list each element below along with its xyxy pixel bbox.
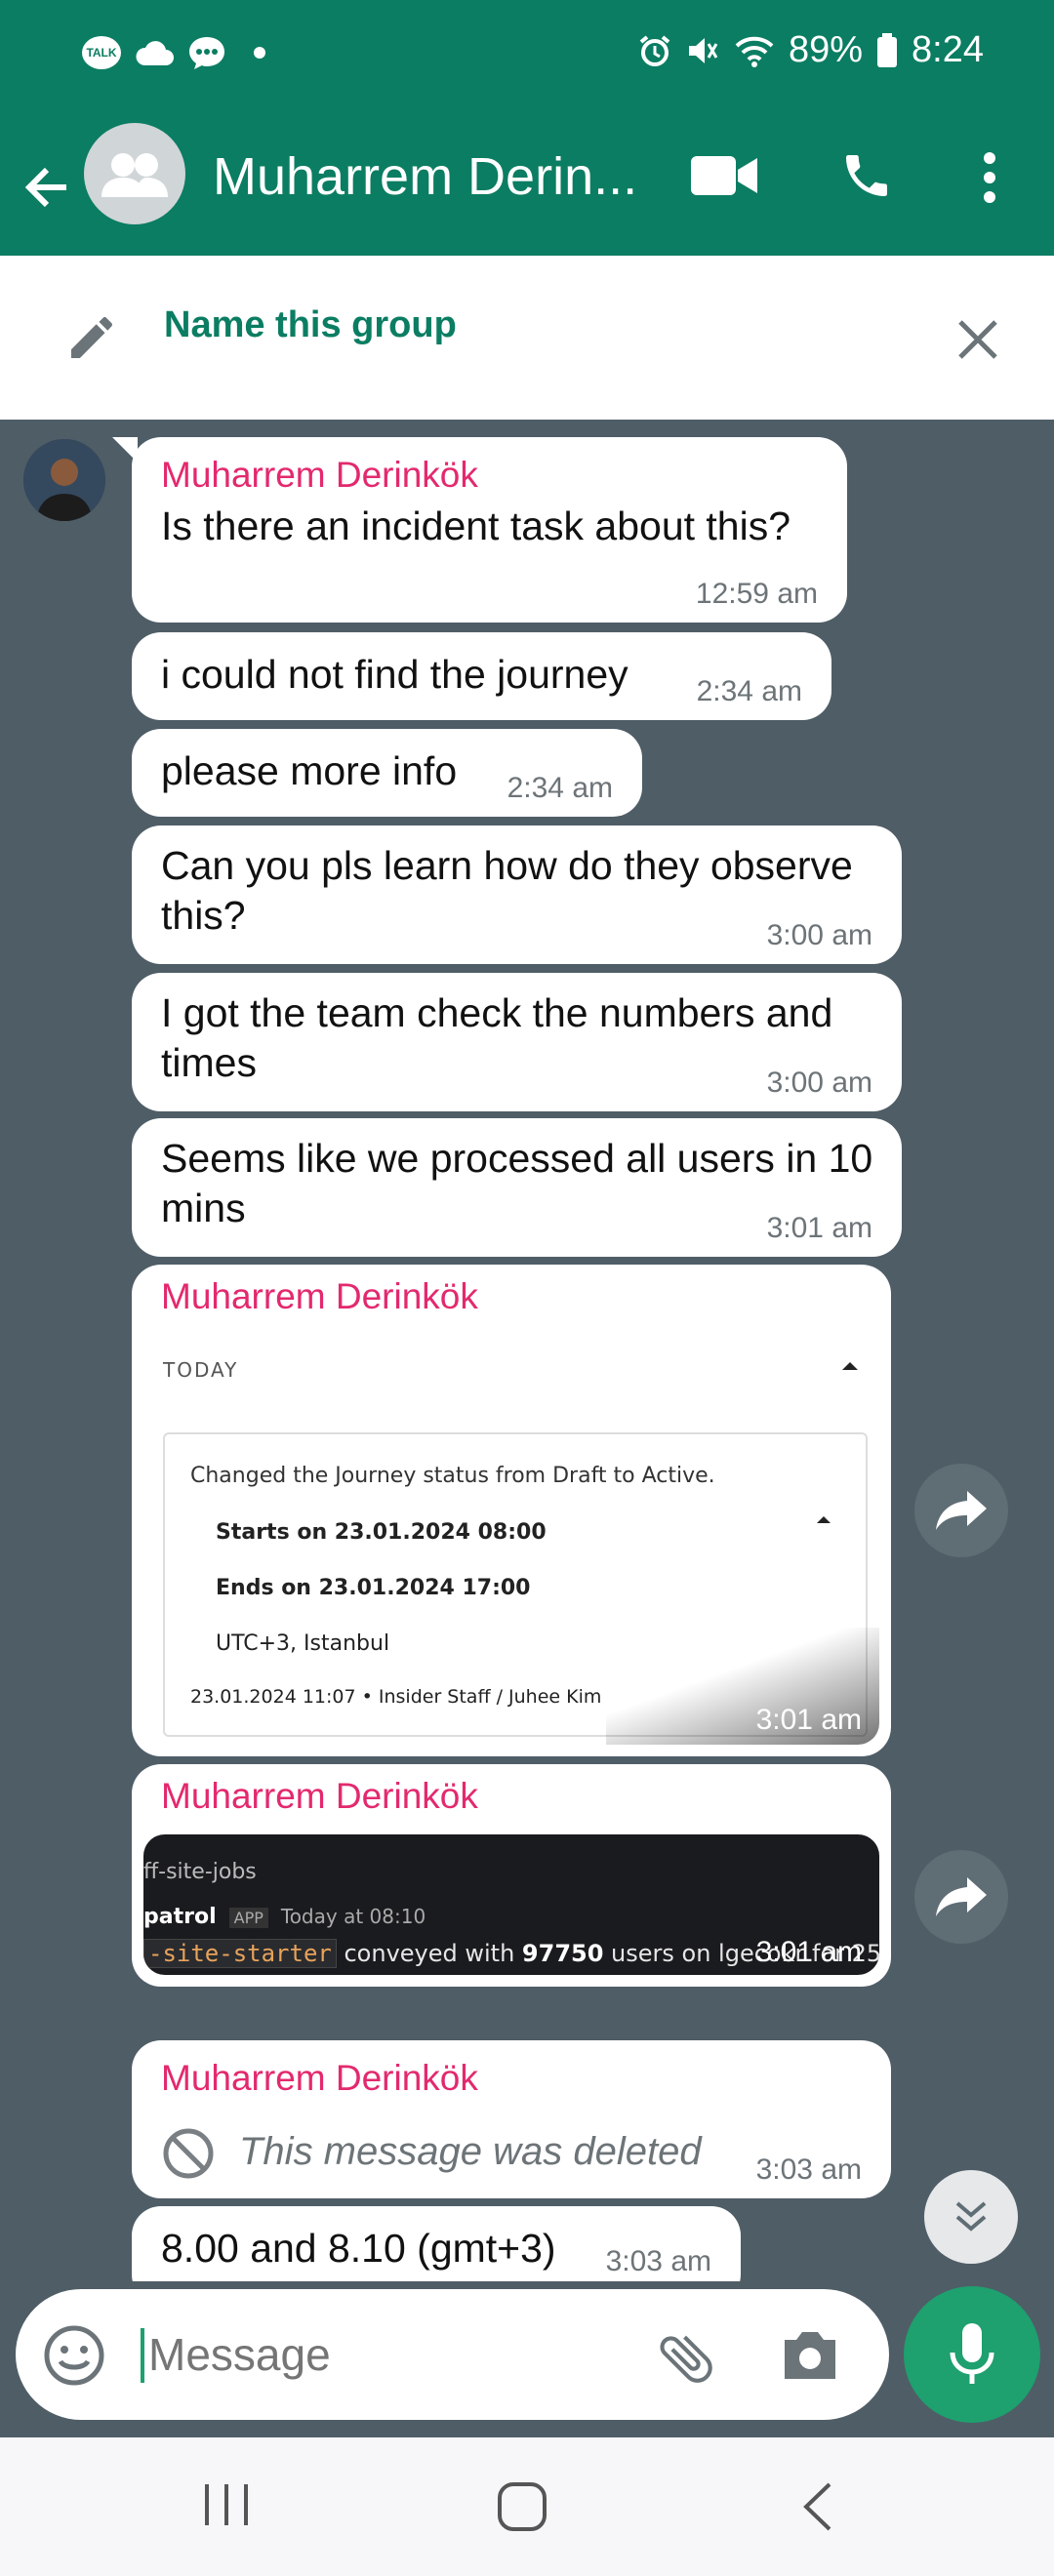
voice-message-button[interactable] <box>904 2286 1040 2423</box>
journey-ends: Ends on 23.01.2024 17:00 <box>216 1576 531 1600</box>
recent-apps-icon[interactable] <box>201 2480 252 2529</box>
message-bubble[interactable]: Seems like we processed all users in 10 … <box>132 1118 902 1257</box>
wifi-icon <box>735 36 774 67</box>
journey-status-image[interactable]: TODAY Changed the Journey status from Dr… <box>143 1329 879 1745</box>
deleted-text: This message was deleted <box>239 2130 702 2173</box>
camera-icon[interactable] <box>779 2326 841 2385</box>
message-time: 3:03 am <box>605 2245 711 2277</box>
battery-percent: 89% <box>788 29 864 70</box>
message-sender: Muharrem Derinkök <box>161 1776 478 1816</box>
more-vert-icon[interactable] <box>976 150 1003 205</box>
sender-avatar[interactable] <box>23 439 105 521</box>
message-time: 3:01 am <box>755 1704 862 1736</box>
forward-button[interactable] <box>914 1850 1008 1944</box>
cloud-icon <box>136 41 174 65</box>
journey-timezone: UTC+3, Istanbul <box>216 1631 390 1656</box>
message-sender: Muharrem Derinkök <box>161 455 478 495</box>
name-group-label[interactable]: Name this group <box>164 304 457 346</box>
notification-image[interactable]: ff-site-jobs patrol APP Today at 08:10 -… <box>143 1834 879 1975</box>
bot-name: patrol <box>143 1905 217 1929</box>
message-sender: Muharrem Derinkök <box>161 2058 478 2098</box>
forward-button[interactable] <box>914 1464 1008 1557</box>
message-text: Is there an incident task about this? <box>161 503 791 548</box>
pencil-icon <box>71 317 112 358</box>
chat-title[interactable]: Muharrem Derin... <box>213 146 637 207</box>
name-group-banner[interactable]: Name this group <box>0 256 1054 420</box>
scroll-to-bottom-button[interactable] <box>924 2170 1018 2264</box>
battery-icon <box>877 32 898 67</box>
message-bubble[interactable]: 8.00 and 8.10 (gmt+3) 3:03 am <box>132 2206 741 2281</box>
system-nav-bar <box>0 2437 1054 2576</box>
message-bubble[interactable]: Muharrem Derinkök This message was delet… <box>132 2040 891 2198</box>
message-time: 2:34 am <box>696 675 802 707</box>
microphone-icon <box>950 2323 994 2384</box>
message-time: 3:03 am <box>755 2153 862 2186</box>
user-count: 97750 <box>521 1940 604 1967</box>
bubble-tail <box>112 437 138 463</box>
message-sender: Muharrem Derinkök <box>161 1276 478 1316</box>
attach-icon[interactable] <box>654 2326 718 2391</box>
video-call-icon[interactable] <box>689 152 759 199</box>
emoji-icon[interactable] <box>43 2324 105 2387</box>
message-bubble[interactable]: please more info 2:34 am <box>132 729 642 817</box>
journey-starts: Starts on 23.01.2024 08:00 <box>216 1520 547 1545</box>
code-span: -site-starter <box>143 1939 337 1968</box>
phone-icon[interactable] <box>839 148 894 203</box>
message-bubble[interactable]: Muharrem Derinkök Is there an incident t… <box>112 437 847 623</box>
double-chevron-down-icon <box>955 2201 987 2232</box>
mute-icon <box>688 37 718 63</box>
forward-arrow-icon <box>936 1877 987 1916</box>
notification-text-part: conveyed with <box>336 1940 522 1967</box>
message-time: 3:01 am <box>755 1936 862 1968</box>
talk-icon: TALK <box>82 36 121 69</box>
clock: 8:24 <box>912 29 984 70</box>
message-bubble[interactable]: I got the team check the numbers and tim… <box>132 973 902 1111</box>
chat-messages[interactable]: Muharrem Derinkök Is there an incident t… <box>0 420 1054 2281</box>
image-message-bubble[interactable]: Muharrem Derinkök TODAY Changed the Jour… <box>132 1265 891 1756</box>
message-time: 2:34 am <box>507 772 613 804</box>
image-message-bubble[interactable]: Muharrem Derinkök ff-site-jobs patrol AP… <box>132 1764 891 1987</box>
deleted-icon <box>163 2128 214 2179</box>
journey-headline: Changed the Journey status from Draft to… <box>190 1464 715 1488</box>
collapse-caret-icon <box>817 1516 831 1523</box>
message-bubble[interactable]: i could not find the journey 2:34 am <box>132 632 831 720</box>
notification-header: patrol APP Today at 08:10 <box>143 1905 426 1929</box>
close-icon[interactable] <box>956 318 999 361</box>
text-cursor <box>141 2328 144 2383</box>
notification-dot-icon <box>254 47 265 59</box>
image-section-label: TODAY <box>163 1358 239 1382</box>
back-arrow-icon[interactable] <box>21 162 72 213</box>
alarm-icon <box>639 34 670 66</box>
status-right: 89% 8:24 <box>638 29 984 71</box>
message-composer[interactable] <box>16 2289 889 2420</box>
status-left: TALK <box>82 35 265 70</box>
home-icon[interactable] <box>496 2480 548 2533</box>
message-input[interactable] <box>148 2318 617 2391</box>
collapse-caret-icon <box>842 1362 858 1370</box>
message-time: 3:01 am <box>766 1212 872 1244</box>
back-icon[interactable] <box>798 2480 837 2533</box>
group-avatar-icon[interactable] <box>84 123 185 224</box>
chat-header: Muharrem Derin... <box>0 115 1054 256</box>
message-time: 12:59 am <box>695 578 818 610</box>
status-bar: TALK 89% 8:24 <box>0 0 1054 115</box>
journey-footer: 23.01.2024 11:07 • Insider Staff / Juhee… <box>190 1686 602 1708</box>
chat-bubble-icon <box>189 37 224 69</box>
app-badge: APP <box>228 1908 268 1928</box>
message-time: 3:00 am <box>766 919 872 951</box>
message-time: 3:00 am <box>766 1067 872 1099</box>
message-bubble[interactable]: Can you pls learn how do they observe th… <box>132 825 902 964</box>
forward-arrow-icon <box>936 1491 987 1530</box>
notification-when: Today at 08:10 <box>280 1905 426 1928</box>
channel-name: ff-site-jobs <box>143 1860 257 1884</box>
